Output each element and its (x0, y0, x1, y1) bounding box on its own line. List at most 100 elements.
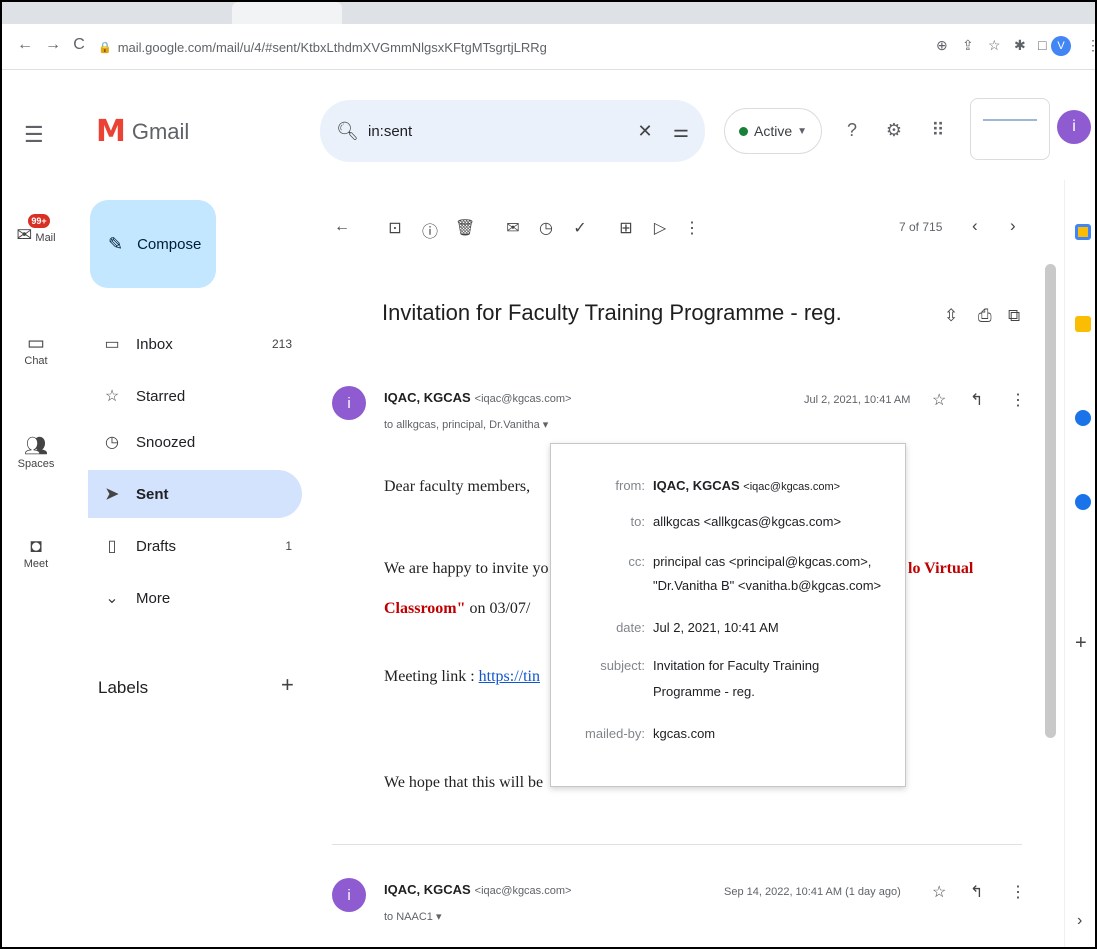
rail-meet[interactable]: ◘ Meet (10, 536, 62, 570)
report-spam-icon[interactable]: ⓘ (420, 218, 440, 242)
calendar-icon[interactable] (1075, 224, 1091, 240)
contacts-icon[interactable] (1075, 494, 1091, 510)
sidebar-item-snoozed[interactable]: ◷ Snoozed (88, 418, 302, 466)
print-icon[interactable]: ⎙ (978, 306, 992, 326)
main-menu-icon[interactable]: ☰ (24, 122, 44, 148)
back-icon[interactable]: ← (16, 36, 34, 54)
show-side-panel-icon[interactable]: › (1077, 912, 1082, 930)
details-from-name: IQAC, KGCAS (653, 478, 740, 493)
thread-scrollbar[interactable] (1045, 264, 1056, 738)
sidebar-item-sent[interactable]: ➤ Sent (88, 470, 302, 518)
extensions-icon[interactable]: ✱ (1014, 37, 1026, 54)
status-label: Active (753, 123, 793, 139)
more-options-icon[interactable]: ⋮ (682, 218, 702, 238)
rail-mail[interactable]: ✉ 99+ Mail (10, 214, 62, 247)
compose-button[interactable]: ✎ Compose (90, 200, 216, 288)
open-new-window-icon[interactable]: ⧉ (1008, 306, 1020, 326)
address-bar[interactable]: 🔒 mail.google.com/mail/u/4/#sent/KtbxLth… (98, 32, 898, 62)
draft-file-icon: ▯ (107, 538, 117, 555)
message-more-icon[interactable]: ⋮ (1010, 882, 1026, 902)
browser-menu-icon[interactable]: ⋮ (1086, 37, 1095, 54)
sidepanel-icon[interactable]: □ (1038, 37, 1046, 53)
sender-name[interactable]: IQAC, KGCAS <iqac@kgcas.com> (384, 882, 571, 897)
rail-chat[interactable]: ▭ Chat (10, 332, 62, 367)
pencil-icon: ✎ (108, 233, 124, 254)
rail-meet-label: Meet (23, 558, 49, 570)
expand-collapse-icon[interactable]: ⇳ (944, 306, 958, 326)
recipients-toggle[interactable]: to NAAC1 ▾ (384, 910, 442, 923)
archive-icon[interactable]: ⊡ (385, 218, 405, 238)
label-icon[interactable]: ▷ (650, 218, 670, 238)
gmail-logo[interactable]: M Gmail (96, 114, 189, 149)
settings-gear-icon[interactable]: ⚙ (882, 120, 906, 141)
keep-icon[interactable] (1075, 316, 1091, 332)
reply-icon[interactable]: ↰ (970, 390, 983, 410)
delete-icon[interactable]: 🗑︎ (455, 218, 475, 238)
sidebar-item-inbox[interactable]: ▭ Inbox 213 (88, 320, 302, 368)
reply-icon[interactable]: ↰ (970, 882, 983, 902)
snooze-icon[interactable]: ◷ (536, 218, 556, 238)
get-addons-icon[interactable]: + (1075, 632, 1087, 655)
details-to-label: to: (630, 514, 645, 529)
email-subject: Invitation for Faculty Training Programm… (382, 300, 842, 325)
sender-avatar[interactable]: i (332, 878, 366, 912)
search-options-icon[interactable]: ⚌ (670, 121, 692, 142)
sidebar-item-label: Starred (136, 387, 186, 405)
details-date-value: Jul 2, 2021, 10:41 AM (653, 620, 779, 635)
bookmark-star-icon[interactable]: ☆ (988, 37, 1001, 54)
back-to-list-icon[interactable]: ← (332, 218, 352, 236)
browser-profile-avatar[interactable]: V (1051, 36, 1071, 56)
help-icon[interactable]: ? (840, 120, 864, 141)
search-icon[interactable]: 🔍︎ (336, 121, 359, 142)
reload-icon[interactable]: C (70, 36, 88, 54)
organization-logo-box[interactable] (970, 98, 1050, 160)
search-input[interactable] (368, 122, 628, 140)
gmail-wordmark: Gmail (131, 118, 190, 144)
lock-icon: 🔒 (98, 41, 112, 54)
share-icon[interactable]: ⇪ (962, 37, 974, 54)
sidebar-item-more[interactable]: ⌄ More (88, 574, 302, 622)
move-to-icon[interactable]: ⊞ (616, 218, 636, 238)
sender-avatar[interactable]: i (332, 386, 366, 420)
sidebar-item-label: Drafts (136, 537, 177, 555)
sender-email: <iqac@kgcas.com> (474, 885, 572, 897)
body-date-fragment: on 03/07/ (465, 600, 531, 617)
star-icon: ☆ (104, 388, 120, 405)
details-cc-value-1: principal cas <principal@kgcas.com>, (653, 554, 872, 569)
mark-unread-icon[interactable]: ✉ (503, 218, 523, 238)
recipients-toggle[interactable]: to allkgcas, principal, Dr.Vanitha ▾ (384, 418, 548, 431)
details-subject-label: subject: (600, 658, 645, 673)
rail-spaces[interactable]: 👥︎ Spaces (10, 434, 62, 470)
add-to-tasks-icon[interactable]: ✓ (570, 218, 590, 238)
older-icon[interactable]: › (1010, 216, 1016, 236)
message-more-icon[interactable]: ⋮ (1010, 390, 1026, 410)
newer-icon[interactable]: ‹ (972, 216, 978, 236)
message-date: Sep 14, 2022, 10:41 AM (1 day ago) (724, 886, 901, 898)
message-details-popup: from: IQAC, KGCAS <iqac@kgcas.com> to: a… (550, 443, 906, 787)
browser-tabstrip (2, 2, 1095, 24)
chevron-down-icon: ⌄ (105, 590, 119, 607)
details-cc-value-2: "Dr.Vanitha B" <vanitha.b@kgcas.com> (653, 578, 882, 593)
details-subject-value-2: Programme - reg. (653, 684, 755, 699)
status-dropdown[interactable]: Active ▼ (724, 108, 822, 154)
sender-name[interactable]: IQAC, KGCAS <iqac@kgcas.com> (384, 390, 571, 405)
forward-icon[interactable]: → (44, 36, 62, 54)
drafts-count: 1 (285, 539, 292, 553)
add-label-icon[interactable]: + (281, 672, 294, 698)
screen-frame: ← → C 🔒 mail.google.com/mail/u/4/#sent/K… (0, 0, 1097, 949)
meeting-link[interactable]: https://tin (479, 668, 540, 685)
rail-mail-label: Mail (35, 232, 56, 244)
browser-toolbar: ← → C 🔒 mail.google.com/mail/u/4/#sent/K… (2, 24, 1095, 70)
sidebar-item-label: More (136, 589, 171, 607)
browser-tab[interactable] (232, 2, 342, 24)
sidebar-item-starred[interactable]: ☆ Starred (88, 372, 302, 420)
apps-grid-icon[interactable]: ⠿ (926, 120, 950, 141)
clear-search-icon[interactable]: ✕ (634, 121, 656, 142)
tasks-icon[interactable] (1075, 410, 1091, 426)
sidebar-item-drafts[interactable]: ▯ Drafts 1 (88, 522, 302, 570)
star-message-icon[interactable]: ☆ (932, 882, 946, 902)
account-avatar[interactable]: i (1057, 110, 1091, 144)
zoom-icon[interactable]: ⊕ (936, 37, 948, 54)
star-message-icon[interactable]: ☆ (932, 390, 946, 410)
body-highlight-1: lo Virtual (908, 560, 974, 577)
